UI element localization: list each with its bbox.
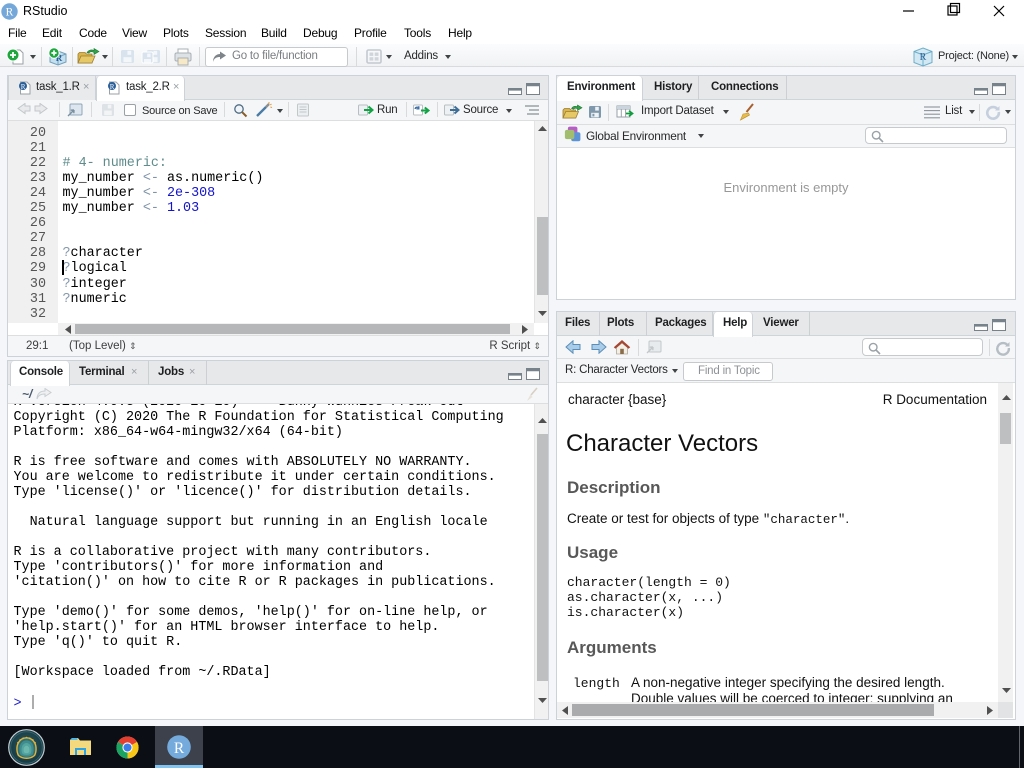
svg-text:R: R — [6, 7, 14, 19]
svg-text:R: R — [21, 83, 26, 91]
svg-text:R: R — [110, 83, 115, 91]
svg-text:R: R — [174, 740, 185, 757]
svg-text:R: R — [920, 52, 927, 63]
